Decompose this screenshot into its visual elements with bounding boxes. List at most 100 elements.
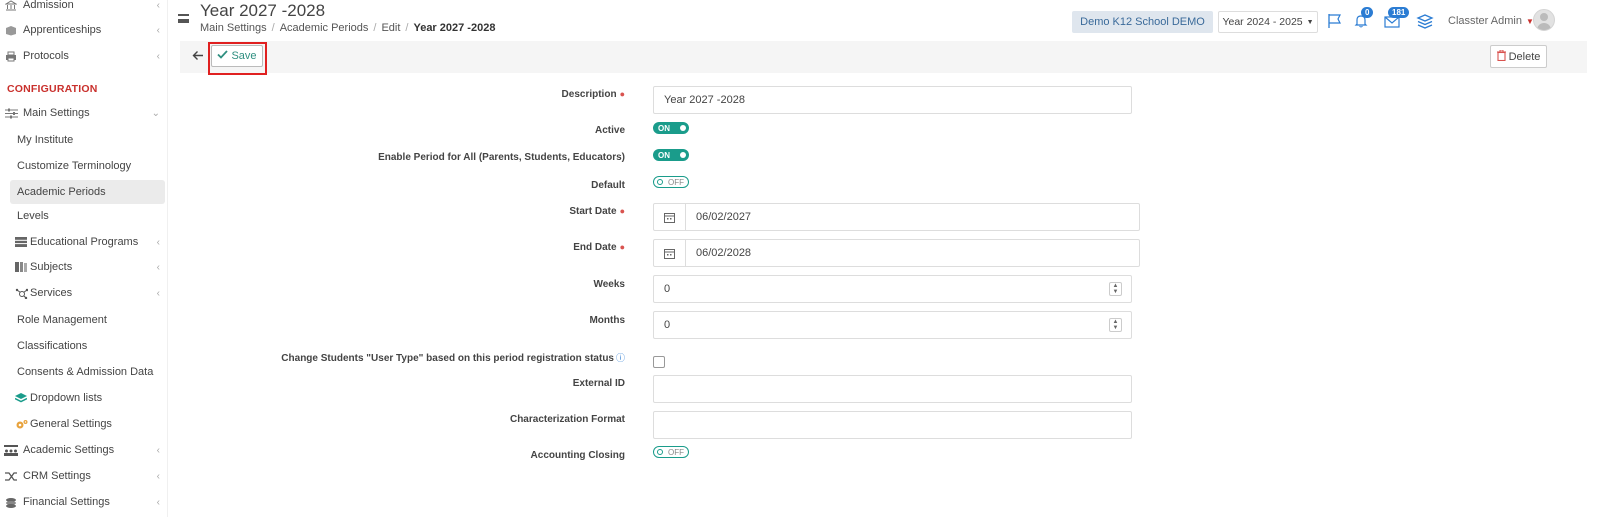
sidebar-item-label: Apprenticeships	[23, 24, 102, 36]
sidebar-item-label: Academic Settings	[23, 444, 115, 456]
weeks-input[interactable]: 0 ▲ ▼	[653, 275, 1132, 303]
sidebar-item-classifications[interactable]: Classifications	[0, 334, 167, 358]
stepper-icon[interactable]: ▲ ▼	[1109, 282, 1122, 296]
toggle-state: ON	[658, 123, 670, 133]
breadcrumb: Main Settings / Academic Periods / Edit …	[200, 22, 495, 34]
breadcrumb-edit[interactable]: Edit	[381, 22, 400, 34]
sidebar-item-consents[interactable]: Consents & Admission Data	[0, 360, 167, 384]
sidebar-item-protocols[interactable]: Protocols ‹	[0, 44, 167, 68]
start-date-input[interactable]: 06/02/2027	[653, 203, 1140, 231]
sidebar-item-customize-terminology[interactable]: Customize Terminology	[0, 154, 167, 178]
table-icon	[14, 236, 28, 248]
sidebar-item-academic-periods[interactable]: Academic Periods	[10, 180, 165, 204]
sidebar-item-crm-settings[interactable]: CRM Settings ‹	[0, 464, 167, 488]
change-user-type-checkbox[interactable]	[653, 356, 665, 368]
sidebar-item-apprenticeships[interactable]: Apprenticeships ‹	[0, 18, 167, 42]
school-selector[interactable]: Demo K12 School DEMO	[1072, 11, 1213, 33]
sidebar-item-main-settings[interactable]: Main Settings ⌄	[0, 101, 167, 125]
sidebar-item-levels[interactable]: Levels	[0, 204, 167, 228]
sidebar-item-admission[interactable]: Admission ‹	[0, 0, 167, 17]
trash-icon	[1496, 49, 1506, 64]
weeks-label: Weeks	[593, 279, 625, 290]
envelope-icon[interactable]: 181	[1382, 7, 1410, 31]
sidebar-item-label: Subjects	[30, 261, 73, 273]
sidebar-item-role-management[interactable]: Role Management	[0, 308, 167, 332]
sidebar-item-label: Admission	[23, 0, 74, 11]
sidebar-item-educational-programs[interactable]: Educational Programs ‹	[0, 230, 167, 254]
active-label: Active	[594, 125, 625, 136]
people-icon	[4, 444, 18, 456]
user-name: Classter Admin	[1448, 15, 1522, 27]
characterization-format-input[interactable]	[653, 411, 1132, 439]
avatar[interactable]	[1533, 9, 1555, 31]
breadcrumb-academic-periods[interactable]: Academic Periods	[280, 22, 369, 34]
start-date-value: 06/02/2027	[696, 211, 752, 223]
chevron-left-icon: ‹	[156, 287, 160, 299]
external-id-input[interactable]	[653, 375, 1132, 403]
accounting-closing-toggle[interactable]: OFF	[653, 446, 689, 458]
sidebar-item-label: Consents & Admission Data	[17, 366, 154, 378]
menu-toggle-icon[interactable]	[178, 14, 189, 23]
toggle-state: OFF	[668, 177, 684, 187]
network-icon	[14, 287, 28, 299]
sidebar-item-label: Levels	[17, 210, 49, 222]
sidebar-item-general-settings[interactable]: General Settings	[0, 412, 167, 436]
active-toggle[interactable]: ON	[653, 122, 689, 134]
external-id-label: External ID	[572, 378, 625, 389]
box-icon	[4, 24, 18, 36]
save-label: Save	[231, 50, 257, 62]
notifications-badge: 0	[1361, 7, 1374, 18]
config-heading: CONFIGURATION	[7, 83, 98, 95]
sidebar-item-label: Academic Periods	[17, 186, 106, 198]
sidebar-item-label: Dropdown lists	[30, 392, 103, 404]
delete-button[interactable]: Delete	[1490, 45, 1547, 68]
sidebar-item-label: My Institute	[17, 134, 74, 146]
description-label: Description ●	[561, 89, 625, 100]
enable-period-toggle[interactable]: ON	[653, 149, 689, 161]
end-date-value: 06/02/2028	[696, 247, 752, 259]
messages-badge: 181	[1388, 7, 1410, 18]
year-select[interactable]: Year 2024 - 2025 ▼	[1218, 11, 1318, 33]
breadcrumb-main-settings[interactable]: Main Settings	[200, 22, 267, 34]
months-value: 0	[664, 319, 671, 331]
default-label: Default	[591, 180, 625, 191]
year-select-value: Year 2024 - 2025	[1222, 16, 1303, 28]
top-header: Year 2027 -2028 Main Settings / Academic…	[168, 0, 1600, 40]
breadcrumb-separator: /	[373, 22, 377, 34]
sliders-icon	[4, 107, 18, 119]
chevron-left-icon: ‹	[156, 50, 160, 62]
bell-icon[interactable]: 0	[1351, 7, 1374, 31]
info-icon[interactable]: ⓘ	[616, 353, 625, 363]
stepper-icon[interactable]: ▲ ▼	[1109, 318, 1122, 332]
user-menu[interactable]: Classter Admin ▼	[1448, 15, 1534, 27]
calendar-icon[interactable]	[654, 240, 686, 266]
sidebar-item-academic-settings[interactable]: Academic Settings ‹	[0, 438, 167, 462]
delete-label: Delete	[1508, 50, 1541, 63]
stack-icon[interactable]	[1415, 11, 1435, 31]
layers-icon	[14, 392, 28, 404]
sidebar-item-label: Protocols	[23, 50, 69, 62]
sidebar-item-dropdown-lists[interactable]: Dropdown lists	[0, 386, 167, 410]
save-button[interactable]: Save	[211, 45, 263, 67]
change-user-type-label: Change Students "User Type" based on thi…	[281, 353, 625, 364]
sidebar: Admission ‹ Apprenticeships ‹ Protocols …	[0, 0, 168, 517]
chevron-left-icon: ‹	[156, 0, 160, 11]
page-title: Year 2027 -2028	[200, 1, 326, 20]
sidebar-item-label: Services	[30, 287, 73, 299]
sidebar-item-my-institute[interactable]: My Institute	[0, 128, 167, 152]
flag-icon[interactable]	[1325, 11, 1345, 31]
sidebar-item-subjects[interactable]: Subjects ‹	[0, 255, 167, 279]
check-icon	[217, 50, 229, 62]
default-toggle[interactable]: OFF	[653, 176, 689, 188]
months-input[interactable]: 0 ▲ ▼	[653, 311, 1132, 339]
sidebar-item-label: Educational Programs	[30, 236, 139, 248]
sidebar-item-services[interactable]: Services ‹	[0, 281, 167, 305]
sidebar-item-label: Main Settings	[23, 107, 90, 119]
description-input[interactable]: Year 2027 -2028	[653, 86, 1132, 114]
sidebar-item-financial-settings[interactable]: Financial Settings ‹	[0, 490, 167, 514]
sidebar-item-label: CRM Settings	[23, 470, 91, 482]
end-date-input[interactable]: 06/02/2028	[653, 239, 1140, 267]
chevron-left-icon: ‹	[156, 24, 160, 36]
calendar-icon[interactable]	[654, 204, 686, 230]
back-arrow-icon[interactable]	[192, 49, 204, 64]
